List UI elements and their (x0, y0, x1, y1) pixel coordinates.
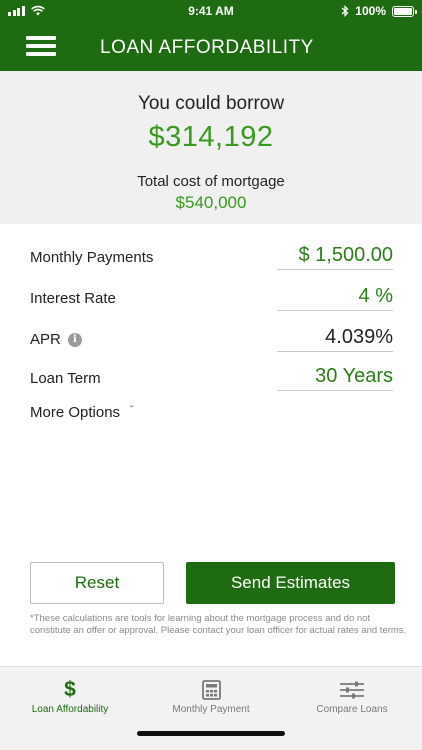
dollar-icon: $ (64, 678, 76, 701)
total-cost-amount: $540,000 (175, 193, 247, 212)
page-title: LOAN AFFORDABILITY (100, 37, 314, 58)
apr-label-group: APR i (30, 331, 82, 348)
apr-row: APR i 4.039% (30, 322, 393, 352)
battery-percent: 100% (355, 4, 386, 18)
borrow-amount: $314,192 (148, 121, 274, 153)
app-header: 9:41 AM 100% LOAN AFFORDABILITY (0, 0, 422, 71)
hamburger-menu-icon[interactable] (26, 36, 56, 56)
status-right: 100% (341, 4, 417, 18)
apr-label: APR (30, 331, 61, 348)
send-estimates-button[interactable]: Send Estimates (186, 562, 395, 604)
bluetooth-icon (341, 5, 349, 17)
monthly-payments-label: Monthly Payments (30, 249, 154, 266)
more-options-toggle[interactable]: More Options ˇ (30, 404, 133, 421)
loan-term-label: Loan Term (30, 370, 101, 387)
info-icon[interactable]: i (67, 332, 82, 347)
battery-icon (392, 5, 417, 17)
tab-label: Monthly Payment (172, 704, 250, 715)
tab-label: Compare Loans (316, 704, 388, 715)
total-cost-label: Total cost of mortgage (137, 173, 285, 190)
tab-compare-loans[interactable]: Compare Loans (282, 679, 422, 715)
chevron-down-icon: ˇ (130, 405, 134, 416)
apr-field: 4.039% (277, 324, 393, 352)
home-indicator[interactable] (137, 731, 285, 736)
status-bar: 9:41 AM 100% (0, 0, 422, 22)
loan-term-row: Loan Term 30 Years (30, 361, 393, 391)
calculator-icon (201, 680, 221, 700)
loan-term-field[interactable]: 30 Years (277, 363, 393, 391)
tab-loan-affordability[interactable]: $ Loan Affordability (0, 678, 140, 716)
tab-monthly-payment[interactable]: Monthly Payment (141, 679, 281, 715)
tab-bar: $ Loan Affordability Monthly Payment Com… (0, 666, 422, 750)
monthly-payments-row: Monthly Payments $ 1,500.00 (30, 240, 393, 270)
tab-label: Loan Affordability (31, 704, 109, 715)
disclaimer-text: *These calculations are tools for learni… (30, 613, 407, 636)
monthly-payments-field[interactable]: $ 1,500.00 (277, 242, 393, 270)
interest-rate-field[interactable]: 4 % (277, 283, 393, 311)
borrow-label: You could borrow (137, 93, 285, 114)
borrow-summary: You could borrow $314,192 Total cost of … (0, 71, 422, 224)
interest-rate-label: Interest Rate (30, 290, 116, 307)
interest-rate-row: Interest Rate 4 % (30, 281, 393, 311)
reset-button[interactable]: Reset (30, 562, 164, 604)
sliders-icon (340, 681, 364, 699)
more-options-label: More Options (30, 404, 121, 421)
